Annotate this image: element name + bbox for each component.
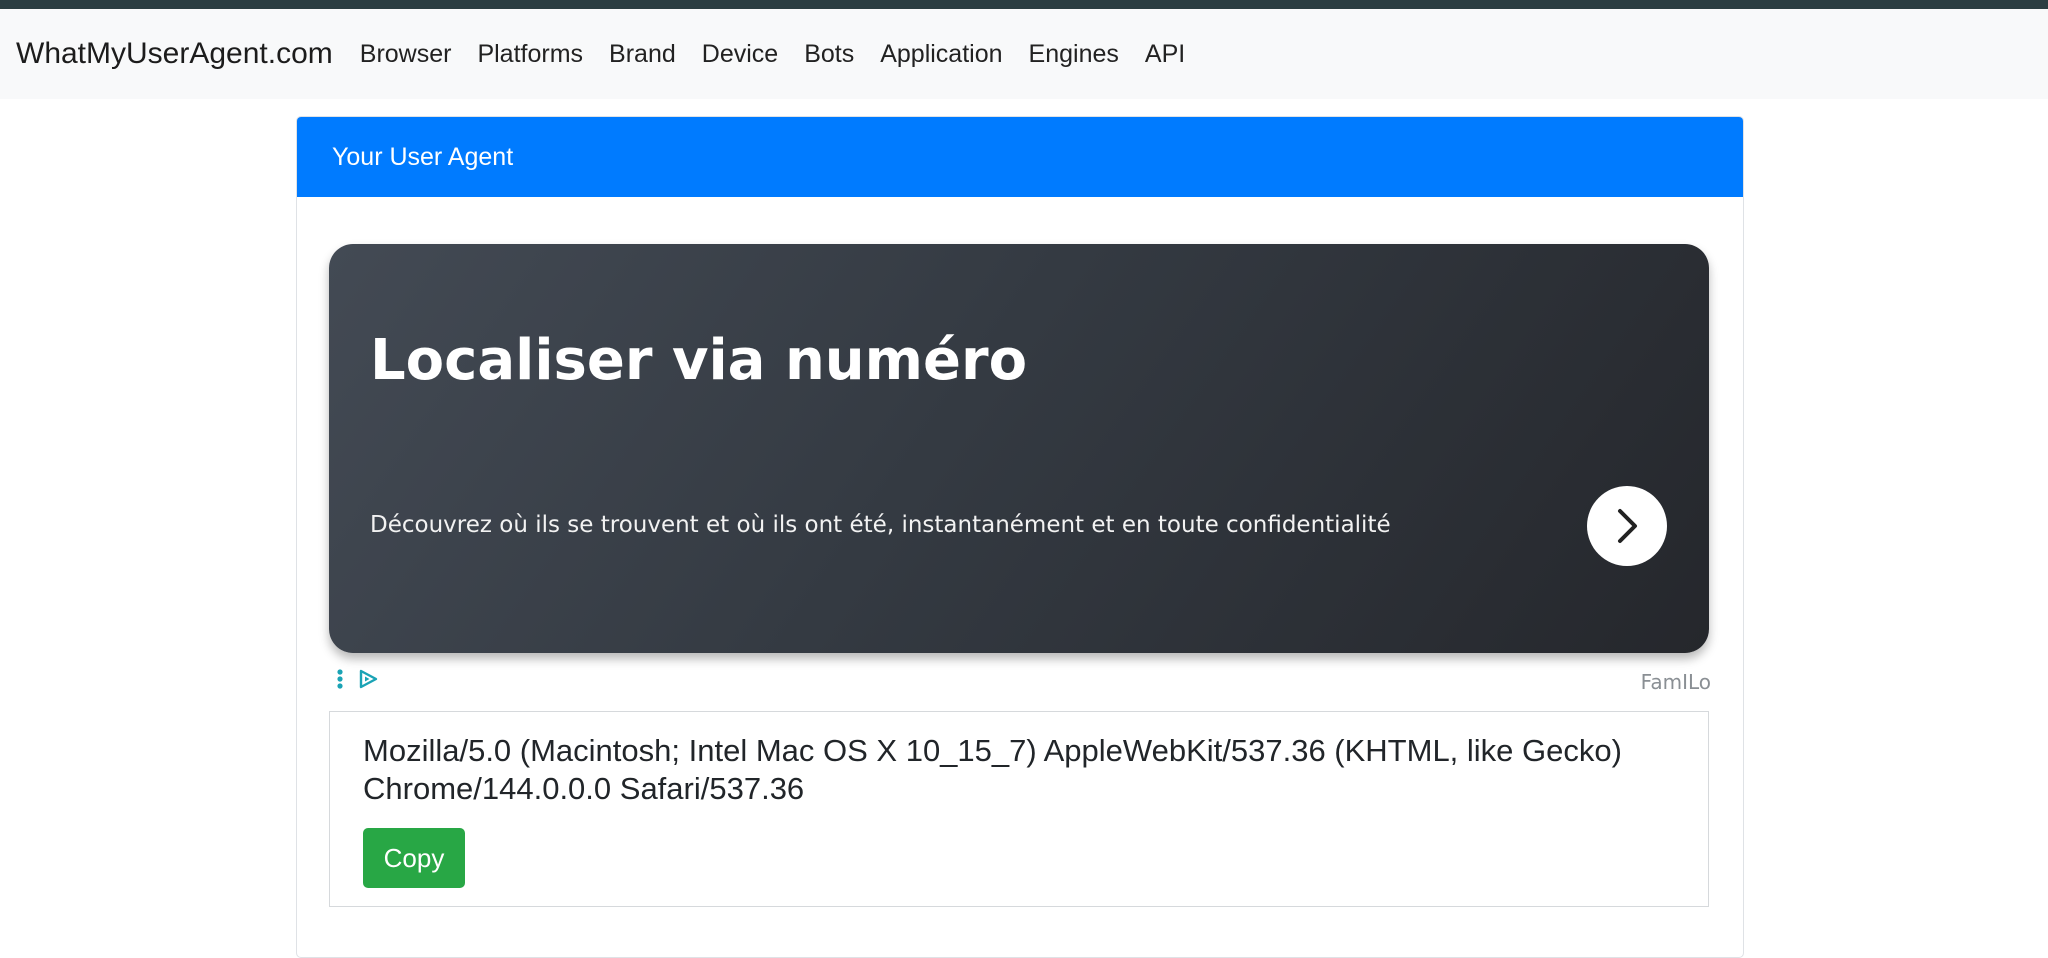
play-triangle-icon (359, 669, 378, 689)
user-agent-box: Mozilla/5.0 (Macintosh; Intel Mac OS X 1… (329, 711, 1709, 907)
ad-arrow-button[interactable] (1587, 486, 1667, 566)
ad-title: Localiser via numéro (370, 328, 1028, 393)
nav-link-api[interactable]: API (1132, 40, 1198, 69)
ad-options-button[interactable] (335, 668, 345, 690)
top-strip (0, 0, 2048, 9)
ad-description: Découvrez où ils se trouvent et où ils o… (370, 512, 1391, 538)
nav-link-bots[interactable]: Bots (791, 40, 867, 69)
vertical-dots-icon (337, 669, 343, 689)
user-agent-card: Your User Agent Localiser via numéro Déc… (296, 116, 1744, 958)
user-agent-string: Mozilla/5.0 (Macintosh; Intel Mac OS X 1… (363, 733, 1622, 806)
chevron-right-icon (1618, 509, 1637, 543)
nav-link-browser[interactable]: Browser (347, 40, 465, 69)
adchoices-button[interactable] (357, 668, 379, 690)
site-brand-link[interactable]: WhatMyUserAgent.com (16, 37, 333, 71)
nav-link-device[interactable]: Device (689, 40, 791, 69)
card-header-title: Your User Agent (332, 142, 514, 171)
nav-link-brand[interactable]: Brand (596, 40, 689, 69)
ad-meta (335, 668, 379, 690)
ad-banner[interactable]: Localiser via numéro Découvrez où ils se… (329, 244, 1709, 653)
copy-button[interactable]: Copy (363, 828, 465, 888)
nav-link-application[interactable]: Application (867, 40, 1015, 69)
nav-links: Browser Platforms Brand Device Bots Appl… (347, 40, 1198, 69)
ad-sponsor-label[interactable]: FamILo (1641, 670, 1711, 694)
nav-link-platforms[interactable]: Platforms (464, 40, 596, 69)
navbar: WhatMyUserAgent.com Browser Platforms Br… (0, 9, 2048, 99)
nav-link-engines[interactable]: Engines (1016, 40, 1132, 69)
card-header: Your User Agent (297, 117, 1743, 197)
